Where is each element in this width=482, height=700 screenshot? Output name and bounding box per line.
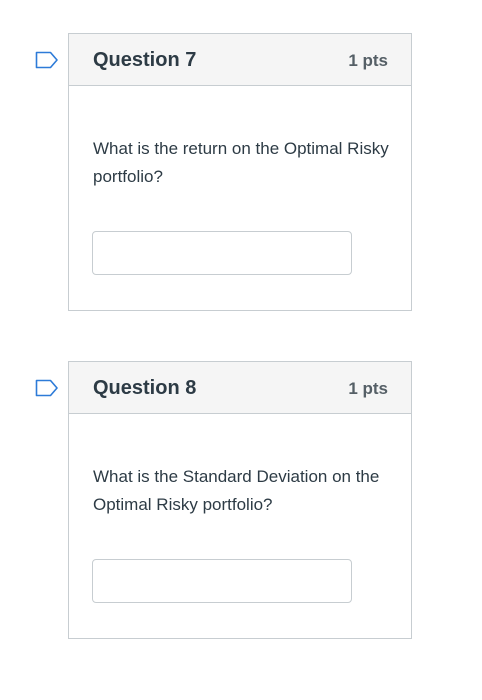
flag-question-icon[interactable] [35,379,59,397]
question-title: Question 7 [93,49,197,71]
question-points: 1 pts [348,51,388,70]
question-8-card: Question 8 1 pts What is the Standard De… [35,361,412,639]
question-header: Question 8 1 pts [69,362,411,414]
question-points: 1 pts [348,379,388,398]
answer-input[interactable] [92,231,352,275]
question-header: Question 7 1 pts [69,34,411,86]
answer-input[interactable] [92,559,352,603]
question-7-card: Question 7 1 pts What is the return on t… [35,33,412,311]
question-text: What is the return on the Optimal Risky … [93,139,389,186]
flag-question-icon[interactable] [35,51,59,69]
question-text: What is the Standard Deviation on the Op… [93,467,380,514]
question-title: Question 8 [93,377,197,399]
